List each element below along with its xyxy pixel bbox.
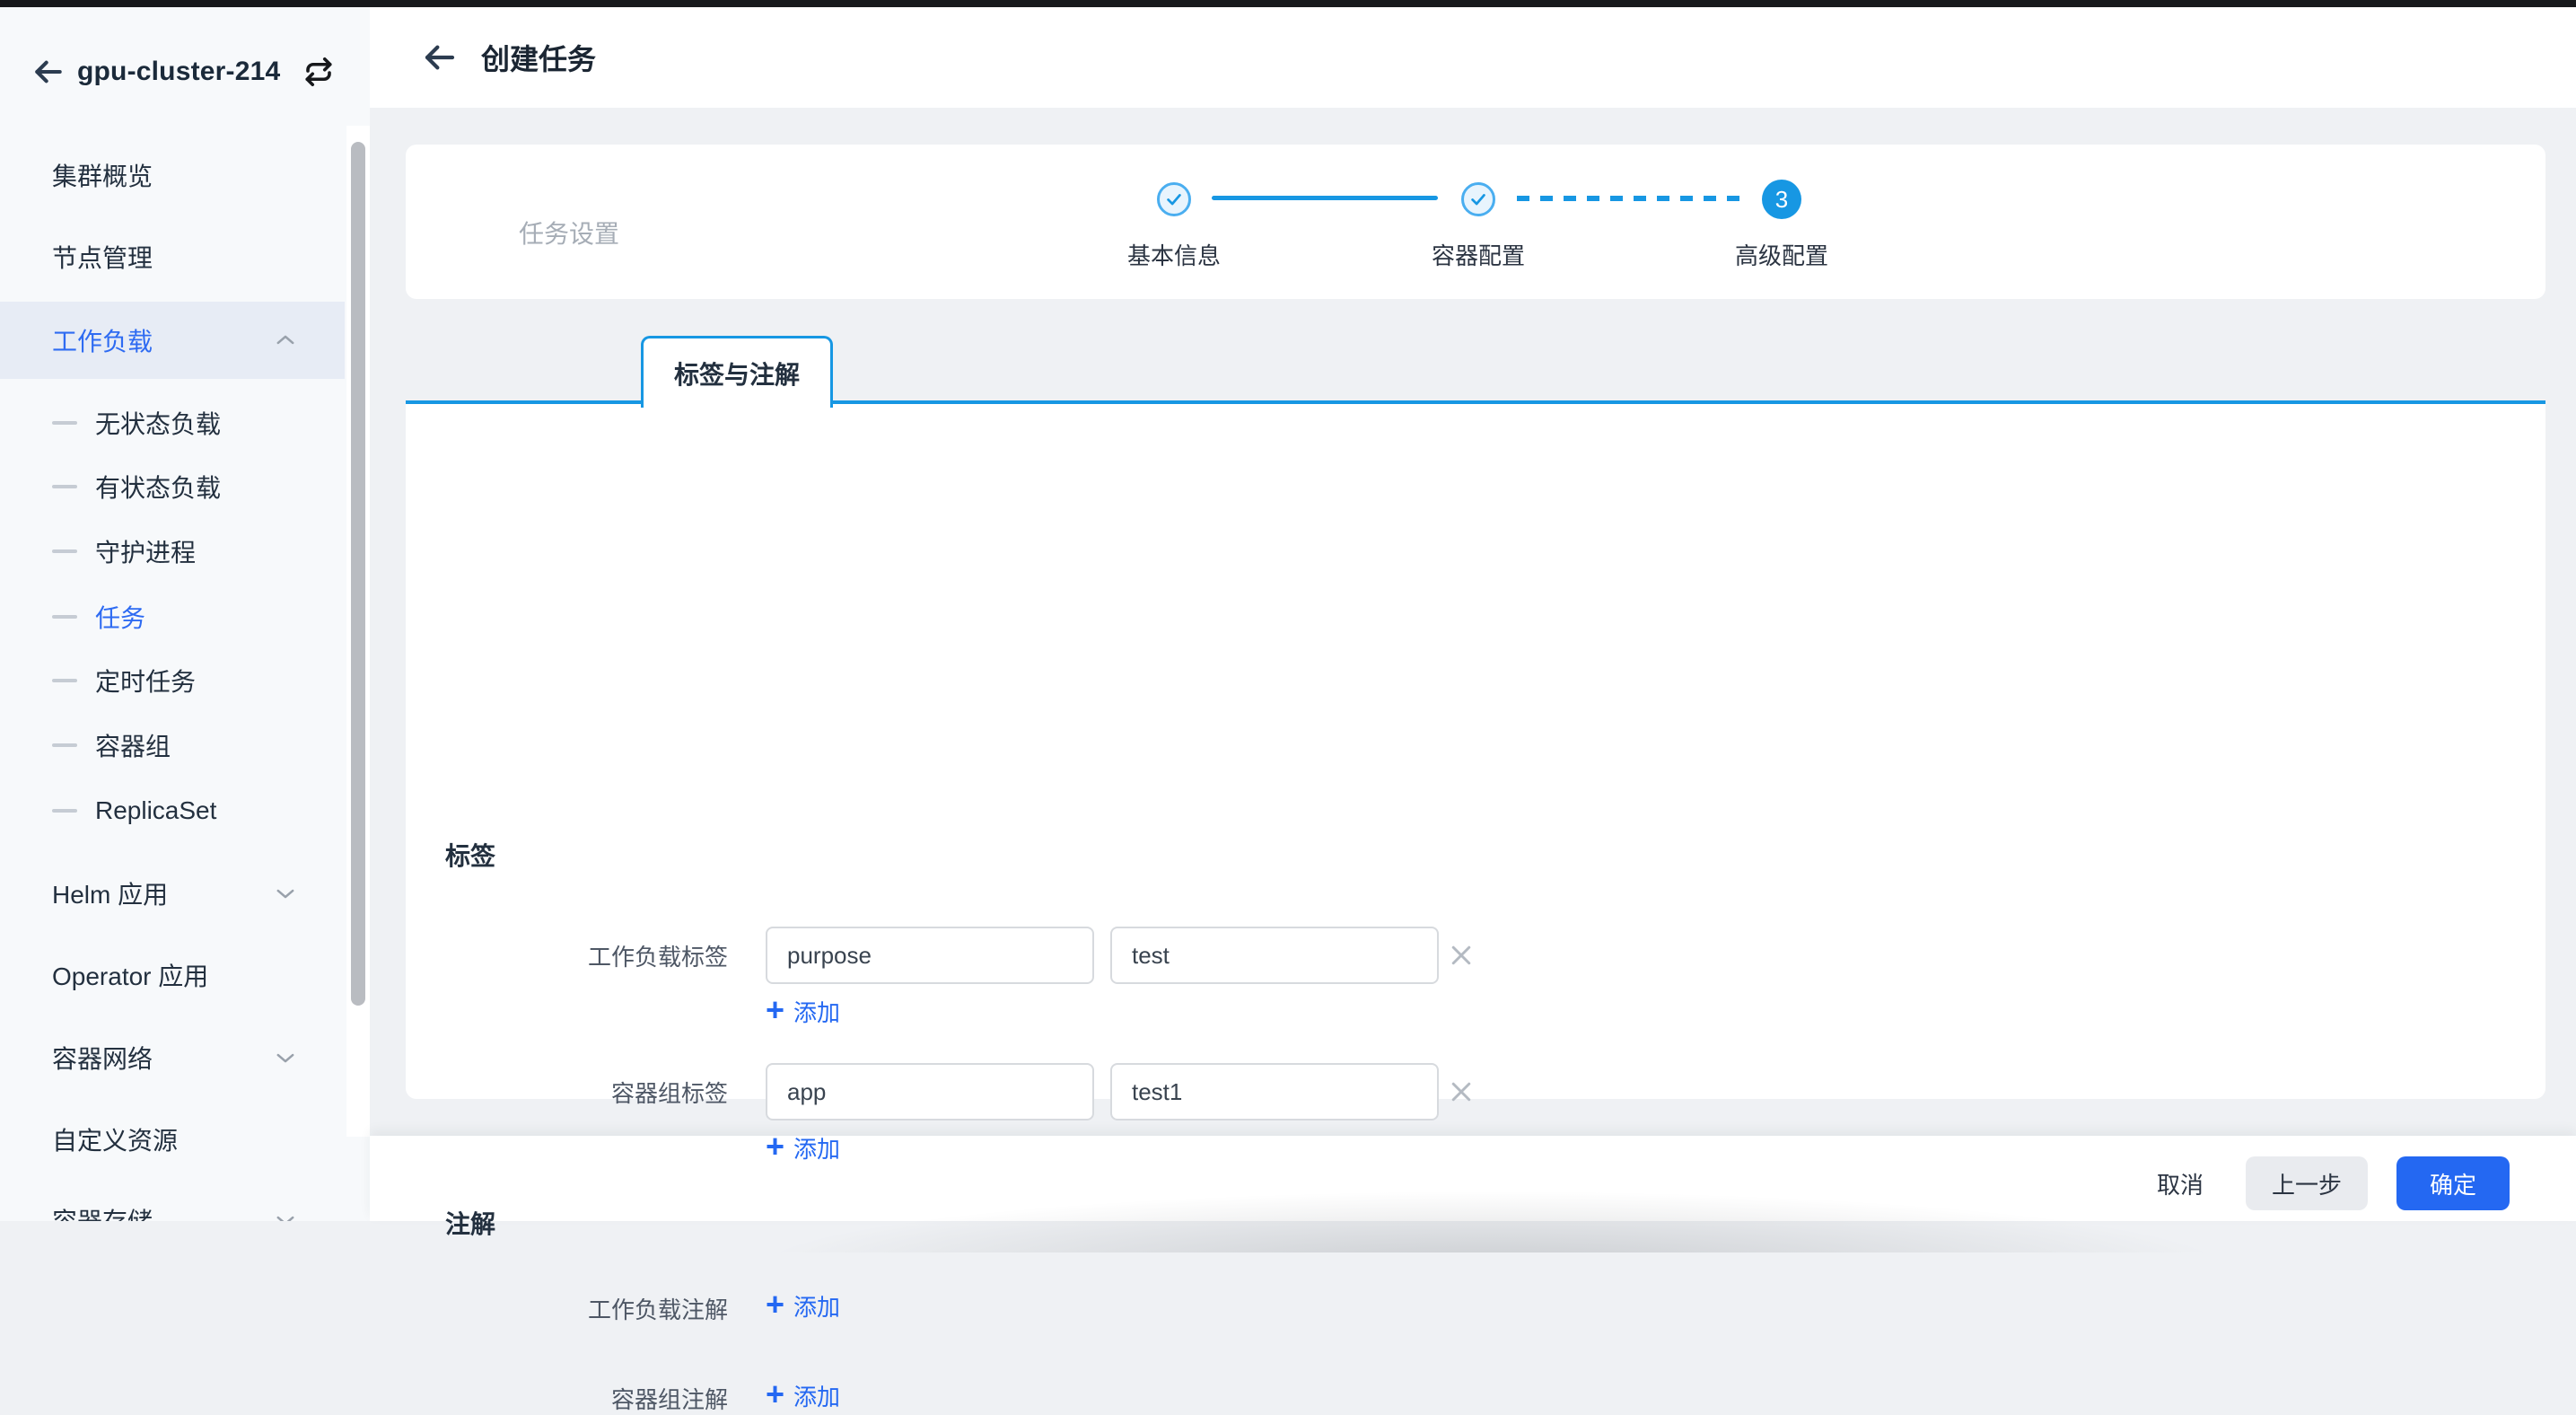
sidebar-item-label: 无状态负载 <box>95 405 221 441</box>
footer-shadow <box>639 1145 2344 1252</box>
section-heading-annotations: 注解 <box>445 1205 495 1241</box>
step-connector-dashed <box>1517 196 1745 201</box>
sidebar-item-label: 有状态负载 <box>95 469 221 505</box>
add-label-text: 添加 <box>793 1131 840 1165</box>
page-title: 创建任务 <box>481 37 596 78</box>
chevron-down-icon <box>273 881 298 906</box>
sidebar-item-workloads[interactable]: 工作负载 <box>0 302 345 379</box>
sidebar-item-label: 容器网络 <box>52 1040 153 1076</box>
add-pod-label-link[interactable]: + 添加 <box>766 1131 840 1165</box>
sidebar-item-statefulsets[interactable]: 有状态负载 <box>0 454 345 519</box>
sidebar-item-daemonsets[interactable]: 守护进程 <box>0 519 345 584</box>
field-label-pod-label: 容器组标签 <box>406 1076 728 1109</box>
dash-icon <box>52 679 77 682</box>
main-area: 创建任务 3 基本信息 容器配置 高级配置 任务设置 标签与注解 标签 工作负载… <box>370 7 2576 1221</box>
wizard-footer: 取消 上一步 确定 <box>370 1136 2576 1221</box>
pod-label-key-input[interactable] <box>766 1063 1094 1121</box>
sidebar-item-label: ReplicaSet <box>95 796 216 825</box>
back-arrow-icon[interactable] <box>31 54 66 90</box>
add-workload-annotation-link[interactable]: + 添加 <box>766 1289 840 1323</box>
sidebar-item-operator-apps[interactable]: Operator 应用 <box>0 943 345 1007</box>
confirm-button[interactable]: 确定 <box>2396 1156 2510 1210</box>
step-1-label: 基本信息 <box>1075 238 1273 271</box>
back-arrow-icon[interactable] <box>420 38 460 77</box>
dash-icon <box>52 743 77 747</box>
sidebar-item-label: 定时任务 <box>95 663 196 699</box>
step-number: 3 <box>1775 186 1788 214</box>
chevron-up-icon <box>273 328 298 353</box>
step-2-done-icon <box>1461 182 1495 216</box>
add-label-text: 添加 <box>793 1289 840 1323</box>
sidebar: gpu-cluster-214 集群概览 节点管理 工作负载 无状态负载 有状态… <box>0 7 370 1221</box>
sidebar-item-label: 集群概览 <box>52 157 153 193</box>
sidebar-item-container-network[interactable]: 容器网络 <box>0 1025 345 1090</box>
sidebar-item-deployments[interactable]: 无状态负载 <box>0 391 345 455</box>
sidebar-scrollbar-thumb[interactable] <box>351 142 365 1006</box>
cancel-button[interactable]: 取消 <box>2140 1156 2221 1210</box>
sidebar-item-jobs[interactable]: 任务 <box>0 584 345 649</box>
step-2-label: 容器配置 <box>1380 238 1577 271</box>
dash-icon <box>52 809 77 813</box>
page-header: 创建任务 <box>370 7 2576 108</box>
dash-icon <box>52 421 77 425</box>
form-card: 标签 工作负载标签 + 添加 容器组标签 + 添加 注解 工作负载注解 + 添加 <box>406 404 2545 1099</box>
stepper-card: 3 基本信息 容器配置 高级配置 <box>406 145 2545 299</box>
sidebar-item-cluster-overview[interactable]: 集群概览 <box>0 143 345 207</box>
tab-job-settings[interactable]: 任务设置 <box>479 200 659 265</box>
plus-icon: + <box>766 997 784 1024</box>
plus-icon: + <box>766 1291 784 1318</box>
switch-cluster-icon[interactable] <box>300 53 337 91</box>
sidebar-item-label: 任务 <box>95 599 145 635</box>
sidebar-item-label: 自定义资源 <box>52 1121 178 1157</box>
sidebar-item-cronjobs[interactable]: 定时任务 <box>0 648 345 713</box>
sidebar-item-label: 工作负载 <box>52 322 153 358</box>
add-workload-label-link[interactable]: + 添加 <box>766 995 840 1028</box>
step-3-label: 高级配置 <box>1683 238 1880 271</box>
sidebar-item-pods[interactable]: 容器组 <box>0 713 345 778</box>
sidebar-header: gpu-cluster-214 <box>0 27 370 117</box>
field-label-workload-label: 工作负载标签 <box>406 939 728 972</box>
sidebar-item-custom-resources[interactable]: 自定义资源 <box>0 1107 345 1172</box>
workload-label-value-input[interactable] <box>1110 927 1439 984</box>
sidebar-item-label: Helm 应用 <box>52 875 168 911</box>
add-label-text: 添加 <box>793 1379 840 1412</box>
sidebar-item-label: 容器存储 <box>52 1202 153 1221</box>
remove-row-icon[interactable] <box>1445 1076 1477 1108</box>
window-top-bar <box>0 0 2576 7</box>
chevron-down-icon <box>273 1045 298 1070</box>
workload-label-key-input[interactable] <box>766 927 1094 984</box>
remove-row-icon[interactable] <box>1445 939 1477 971</box>
sidebar-item-container-storage[interactable]: 容器存储 <box>0 1188 345 1221</box>
step-3-current-icon: 3 <box>1762 180 1801 219</box>
section-heading-labels: 标签 <box>445 837 495 873</box>
previous-step-button[interactable]: 上一步 <box>2246 1156 2368 1210</box>
dash-icon <box>52 485 77 488</box>
cluster-name: gpu-cluster-214 <box>77 57 280 87</box>
tab-labels-annotations[interactable]: 标签与注解 <box>641 336 833 408</box>
chevron-down-icon <box>273 1208 298 1221</box>
dash-icon <box>52 615 77 619</box>
sidebar-item-label: 节点管理 <box>52 239 153 275</box>
step-1-done-icon <box>1157 182 1191 216</box>
sidebar-item-label: 守护进程 <box>95 533 196 569</box>
plus-icon: + <box>766 1381 784 1408</box>
field-label-pod-annotation: 容器组注解 <box>406 1382 728 1415</box>
sidebar-item-replicasets[interactable]: ReplicaSet <box>0 778 345 843</box>
sidebar-item-node-management[interactable]: 节点管理 <box>0 224 345 289</box>
dash-icon <box>52 549 77 553</box>
pod-label-value-input[interactable] <box>1110 1063 1439 1121</box>
add-pod-annotation-link[interactable]: + 添加 <box>766 1379 840 1412</box>
sidebar-item-label: Operator 应用 <box>52 957 208 993</box>
step-connector-solid <box>1212 196 1438 200</box>
sidebar-item-label: 容器组 <box>95 727 171 763</box>
field-label-workload-annotation: 工作负载注解 <box>406 1292 728 1325</box>
sidebar-item-helm-apps[interactable]: Helm 应用 <box>0 861 345 926</box>
plus-icon: + <box>766 1133 784 1160</box>
add-label-text: 添加 <box>793 995 840 1028</box>
